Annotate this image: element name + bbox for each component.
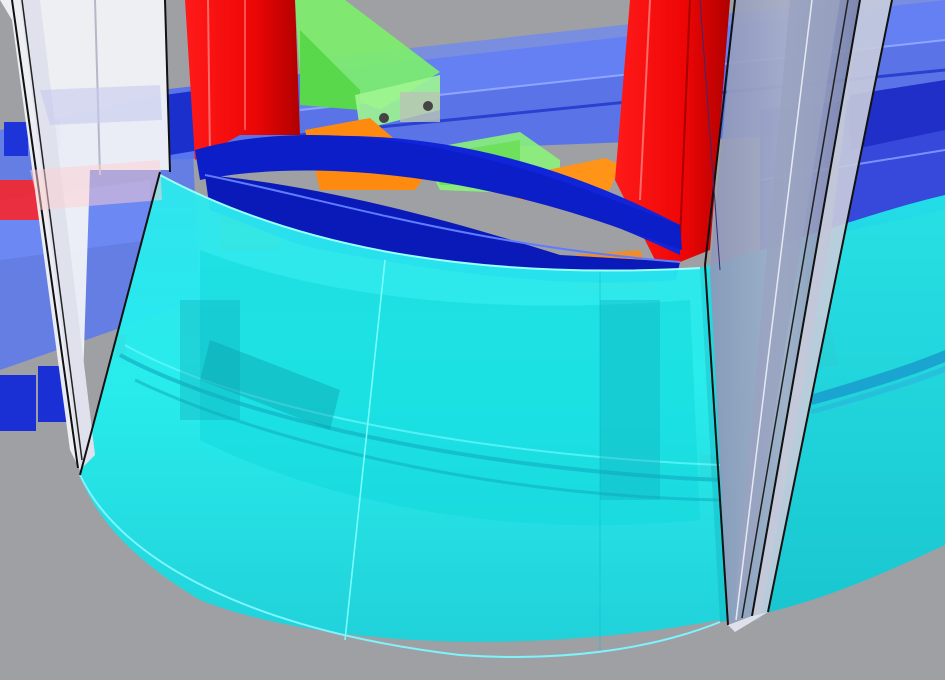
model-scene[interactable] bbox=[0, 0, 945, 680]
3d-viewport[interactable] bbox=[0, 0, 945, 680]
